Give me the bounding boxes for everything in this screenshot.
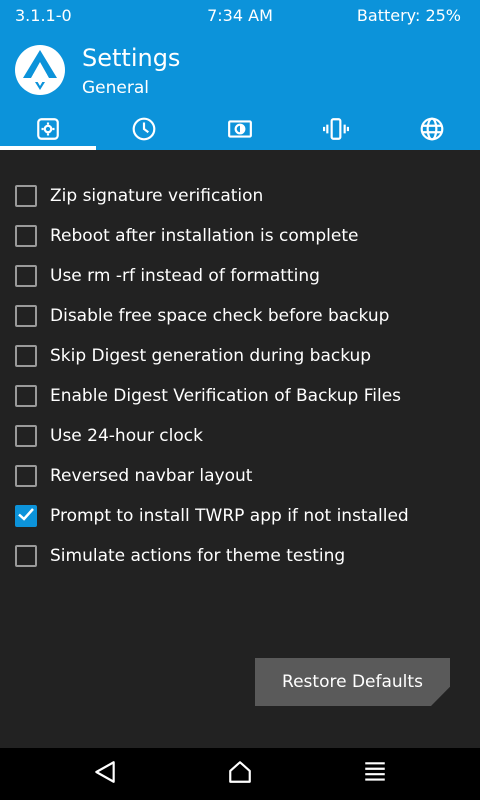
option-use-rm-rf[interactable]: Use rm -rf instead of formatting xyxy=(15,261,320,291)
checkbox[interactable] xyxy=(15,465,37,487)
menu-button[interactable] xyxy=(335,748,415,800)
option-simulate-actions[interactable]: Simulate actions for theme testing xyxy=(15,541,345,571)
checkbox[interactable] xyxy=(15,385,37,407)
tab-general[interactable] xyxy=(0,112,96,150)
option-use-24-hour-clock[interactable]: Use 24-hour clock xyxy=(15,421,203,451)
option-label: Use 24-hour clock xyxy=(50,426,203,446)
back-triangle-icon xyxy=(92,759,118,789)
restore-defaults-button[interactable]: Restore Defaults xyxy=(255,658,450,706)
gear-icon xyxy=(35,116,61,146)
tab-bar xyxy=(0,112,480,150)
option-label: Enable Digest Verification of Backup Fil… xyxy=(50,386,402,406)
checkbox[interactable] xyxy=(15,265,37,287)
checkbox[interactable] xyxy=(15,545,37,567)
option-enable-digest-verification[interactable]: Enable Digest Verification of Backup Fil… xyxy=(15,381,401,411)
battery-text: Battery: 25% xyxy=(356,6,461,25)
option-disable-free-space-check[interactable]: Disable free space check before backup xyxy=(15,301,389,331)
option-label: Use rm -rf instead of formatting xyxy=(50,266,320,286)
checkbox[interactable] xyxy=(15,225,37,247)
option-label: Disable free space check before backup xyxy=(50,306,390,326)
option-reversed-navbar-layout[interactable]: Reversed navbar layout xyxy=(15,461,252,491)
home-button[interactable] xyxy=(200,748,280,800)
checkbox[interactable] xyxy=(15,305,37,327)
tab-vibration[interactable] xyxy=(288,112,384,150)
option-skip-digest-generation[interactable]: Skip Digest generation during backup xyxy=(15,341,371,371)
clock-icon xyxy=(131,116,157,146)
navbar xyxy=(0,748,480,800)
twrp-logo-icon xyxy=(14,44,66,96)
back-button[interactable] xyxy=(65,748,145,800)
checkmark-icon xyxy=(17,505,35,527)
option-zip-signature-verification[interactable]: Zip signature verification xyxy=(15,181,263,211)
tab-time[interactable] xyxy=(96,112,192,150)
checkbox[interactable] xyxy=(15,185,37,207)
header: Settings General xyxy=(0,30,480,112)
brightness-icon xyxy=(227,116,253,146)
option-label: Reversed navbar layout xyxy=(50,466,253,486)
option-label: Simulate actions for theme testing xyxy=(50,546,346,566)
checkbox-checked[interactable] xyxy=(15,505,37,527)
page-subtitle: General xyxy=(82,78,149,98)
option-label: Skip Digest generation during backup xyxy=(50,346,372,366)
checkbox[interactable] xyxy=(15,425,37,447)
option-reboot-after-installation[interactable]: Reboot after installation is complete xyxy=(15,221,358,251)
option-label: Reboot after installation is complete xyxy=(50,226,359,246)
status-bar: 3.1.1-0 7:34 AM Battery: 25% xyxy=(0,0,480,30)
home-icon xyxy=(227,759,253,789)
checkbox[interactable] xyxy=(15,345,37,367)
globe-icon xyxy=(419,116,445,146)
tab-screen[interactable] xyxy=(192,112,288,150)
page-title: Settings xyxy=(82,44,181,72)
option-prompt-install-twrp-app[interactable]: Prompt to install TWRP app if not instal… xyxy=(15,501,409,531)
vibration-icon xyxy=(323,116,349,146)
menu-lines-icon xyxy=(362,759,388,789)
tab-language[interactable] xyxy=(384,112,480,150)
option-label: Prompt to install TWRP app if not instal… xyxy=(50,506,409,526)
option-label: Zip signature verification xyxy=(50,186,264,206)
